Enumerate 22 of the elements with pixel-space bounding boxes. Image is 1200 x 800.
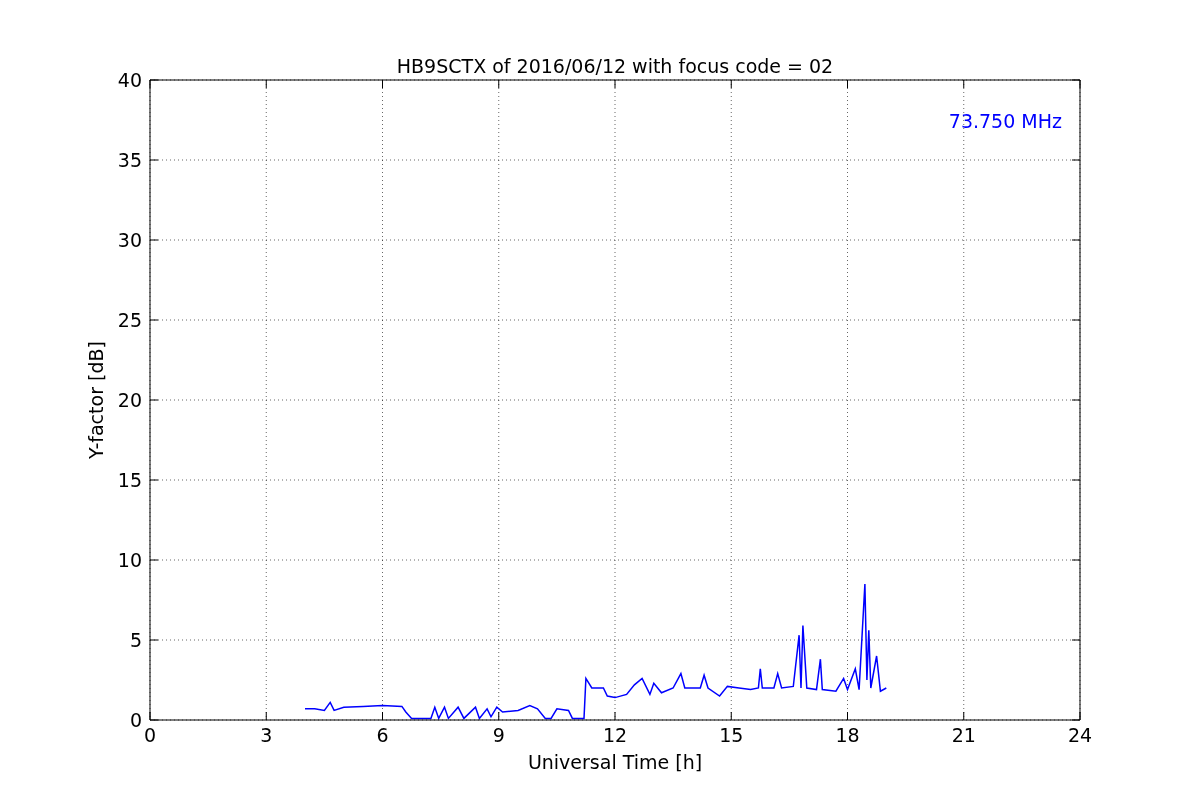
x-tick-label: 21 [951, 724, 976, 746]
x-tick-label: 15 [719, 724, 744, 746]
y-tick-label: 10 [117, 549, 142, 571]
y-tick-label: 15 [117, 469, 142, 491]
y-tick-label: 20 [117, 389, 142, 411]
x-tick-label: 24 [1067, 724, 1093, 746]
y-tick-label: 40 [117, 69, 142, 91]
y-tick-label: 30 [117, 229, 142, 251]
y-tick-label: 5 [129, 629, 142, 651]
x-axis-label: Universal Time [h] [527, 751, 703, 773]
frequency-label: 73.750 MHz [948, 110, 1062, 132]
y-tick-label: 0 [129, 709, 142, 731]
y-axis-label: Y-factor [dB] [85, 341, 107, 459]
x-tick-label: 18 [835, 724, 860, 746]
x-tick-label: 0 [143, 724, 157, 746]
y-tick-label: 25 [117, 309, 142, 331]
x-tick-label: 6 [376, 724, 389, 746]
chart-title: HB9SCTX of 2016/06/12 with focus code = 02 [396, 55, 834, 77]
y-tick-label: 35 [117, 149, 142, 171]
x-tick-label: 3 [260, 724, 273, 746]
x-tick-label: 9 [492, 724, 505, 746]
x-tick-label: 12 [602, 724, 628, 746]
